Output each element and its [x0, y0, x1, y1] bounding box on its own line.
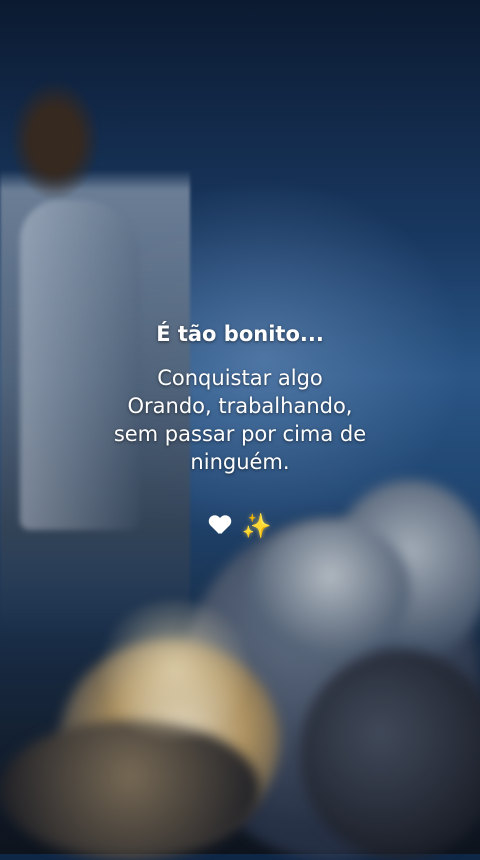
quote-headline: É tão bonito...	[156, 322, 324, 346]
quote-line: ninguém.	[190, 450, 290, 474]
sparkles-icon: ✨	[241, 512, 272, 540]
quote-line: Orando, trabalhando,	[127, 394, 353, 418]
white-heart-icon	[209, 516, 231, 536]
quote-line: Conquistar algo	[157, 366, 323, 390]
quote-text: É tão bonito... Conquistar algo Orando, …	[0, 322, 480, 476]
emoji-row: ✨	[0, 512, 480, 540]
quote-line: sem passar por cima de	[113, 422, 367, 446]
